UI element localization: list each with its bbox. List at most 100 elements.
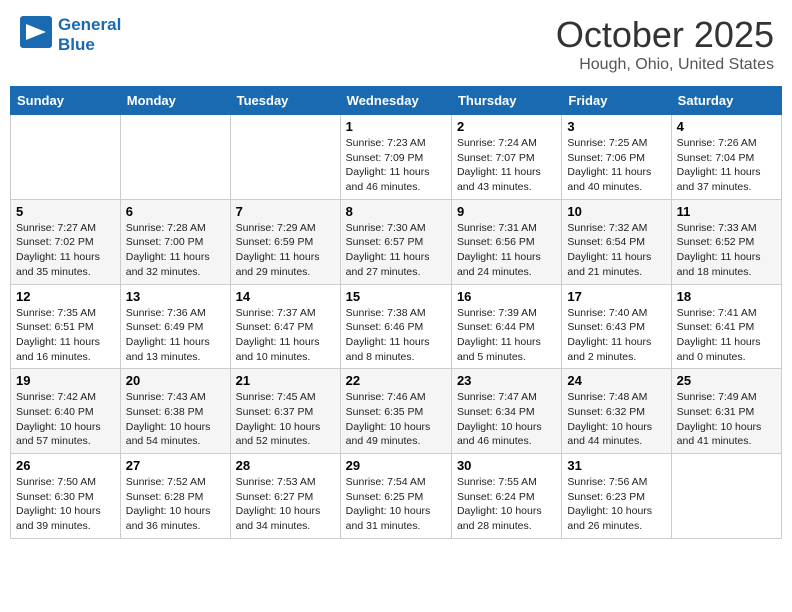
day-info: Sunrise: 7:23 AM — [346, 136, 446, 151]
day-info: Daylight: 11 hours and 32 minutes. — [126, 250, 225, 279]
month-title: October 2025 — [556, 14, 774, 56]
calendar-cell: 21Sunrise: 7:45 AMSunset: 6:37 PMDayligh… — [230, 369, 340, 454]
day-info: Daylight: 11 hours and 18 minutes. — [677, 250, 776, 279]
weekday-header: Friday — [562, 87, 671, 115]
day-number: 4 — [677, 119, 776, 134]
day-info: Sunrise: 7:38 AM — [346, 306, 446, 321]
day-info: Daylight: 10 hours and 44 minutes. — [567, 420, 665, 449]
day-number: 31 — [567, 458, 665, 473]
day-info: Sunset: 6:51 PM — [16, 320, 115, 335]
day-info: Sunrise: 7:54 AM — [346, 475, 446, 490]
day-info: Sunrise: 7:33 AM — [677, 221, 776, 236]
calendar-cell: 3Sunrise: 7:25 AMSunset: 7:06 PMDaylight… — [562, 115, 671, 200]
day-info: Daylight: 10 hours and 28 minutes. — [457, 504, 556, 533]
calendar-cell: 29Sunrise: 7:54 AMSunset: 6:25 PMDayligh… — [340, 454, 451, 539]
day-number: 24 — [567, 373, 665, 388]
day-number: 6 — [126, 204, 225, 219]
day-info: Daylight: 11 hours and 29 minutes. — [236, 250, 335, 279]
calendar-cell: 17 Sunrise: 7:40 AMSunset: 6:43 PMDayligh… — [562, 284, 671, 369]
day-info: Daylight: 11 hours and 24 minutes. — [457, 250, 556, 279]
day-number: 26 — [16, 458, 115, 473]
logo-icon — [18, 14, 54, 55]
day-info: Daylight: 11 hours and 0 minutes. — [677, 335, 776, 364]
calendar-cell: 26Sunrise: 7:50 AMSunset: 6:30 PMDayligh… — [11, 454, 121, 539]
weekday-header: Thursday — [451, 87, 561, 115]
day-number: 22 — [346, 373, 446, 388]
day-info: Sunset: 6:23 PM — [567, 490, 665, 505]
calendar-cell — [120, 115, 230, 200]
title-area: October 2025 Hough, Ohio, United States — [556, 14, 774, 74]
calendar-cell: 9 Sunrise: 7:31 AMSunset: 6:56 PMDaylight… — [451, 199, 561, 284]
day-info: Sunrise: 7:31 AM — [457, 221, 556, 236]
day-info: Sunset: 7:09 PM — [346, 151, 446, 166]
day-number: 9 — [457, 204, 556, 219]
day-info: Sunrise: 7:27 AM — [16, 221, 115, 236]
logo: General Blue — [18, 14, 121, 55]
calendar-week-row: 12Sunrise: 7:35 AMSunset: 6:51 PMDayligh… — [11, 284, 782, 369]
day-info: Daylight: 10 hours and 26 minutes. — [567, 504, 665, 533]
weekday-header: Sunday — [11, 87, 121, 115]
day-info: Sunset: 6:59 PM — [236, 235, 335, 250]
day-number: 10 — [567, 204, 665, 219]
day-number: 12 — [16, 289, 115, 304]
day-info: Daylight: 10 hours and 36 minutes. — [126, 504, 225, 533]
day-info: Sunrise: 7:41 AM — [677, 306, 776, 321]
day-info: Daylight: 10 hours and 54 minutes. — [126, 420, 225, 449]
day-info: Sunrise: 7:32 AM — [567, 221, 665, 236]
day-info: Sunset: 6:56 PM — [457, 235, 556, 250]
day-number: 18 — [677, 289, 776, 304]
day-info: Daylight: 11 hours and 35 minutes. — [16, 250, 115, 279]
day-info: Sunset: 7:07 PM — [457, 151, 556, 166]
day-number: 17 — [567, 289, 665, 304]
day-number: 23 — [457, 373, 556, 388]
day-info: Sunset: 6:28 PM — [126, 490, 225, 505]
day-info: Sunset: 7:04 PM — [677, 151, 776, 166]
day-number: 15 — [346, 289, 446, 304]
calendar-week-row: 19Sunrise: 7:42 AMSunset: 6:40 PMDayligh… — [11, 369, 782, 454]
day-info: Daylight: 11 hours and 16 minutes. — [16, 335, 115, 364]
day-info: Sunrise: 7:29 AM — [236, 221, 335, 236]
day-info: Sunset: 7:02 PM — [16, 235, 115, 250]
calendar-cell: 25Sunrise: 7:49 AMSunset: 6:31 PMDayligh… — [671, 369, 781, 454]
day-info: Sunrise: 7:49 AM — [677, 390, 776, 405]
weekday-header: Saturday — [671, 87, 781, 115]
day-info: Sunrise: 7:39 AM — [457, 306, 556, 321]
calendar-cell: 11Sunrise: 7:33 AMSunset: 6:52 PMDayligh… — [671, 199, 781, 284]
day-number: 19 — [16, 373, 115, 388]
calendar-cell: 1Sunrise: 7:23 AMSunset: 7:09 PMDaylight… — [340, 115, 451, 200]
calendar-cell — [11, 115, 121, 200]
day-info: Sunset: 6:44 PM — [457, 320, 556, 335]
calendar-week-row: 26Sunrise: 7:50 AMSunset: 6:30 PMDayligh… — [11, 454, 782, 539]
day-info: Sunrise: 7:48 AM — [567, 390, 665, 405]
day-number: 13 — [126, 289, 225, 304]
day-info: Sunset: 6:31 PM — [677, 405, 776, 420]
day-info: Daylight: 11 hours and 37 minutes. — [677, 165, 776, 194]
calendar-cell: 28Sunrise: 7:53 AMSunset: 6:27 PMDayligh… — [230, 454, 340, 539]
day-info: Sunset: 7:00 PM — [126, 235, 225, 250]
day-info: Sunrise: 7:24 AM — [457, 136, 556, 151]
day-info: Sunset: 6:43 PM — [567, 320, 665, 335]
calendar-cell: 6 Sunrise: 7:28 AMSunset: 7:00 PMDaylight… — [120, 199, 230, 284]
day-info: Daylight: 11 hours and 2 minutes. — [567, 335, 665, 364]
day-info: Daylight: 10 hours and 31 minutes. — [346, 504, 446, 533]
day-info: Daylight: 10 hours and 41 minutes. — [677, 420, 776, 449]
day-info: Daylight: 10 hours and 49 minutes. — [346, 420, 446, 449]
day-info: Sunrise: 7:56 AM — [567, 475, 665, 490]
day-info: Sunrise: 7:55 AM — [457, 475, 556, 490]
day-number: 28 — [236, 458, 335, 473]
day-info: Sunset: 6:57 PM — [346, 235, 446, 250]
calendar-cell: 2Sunrise: 7:24 AMSunset: 7:07 PMDaylight… — [451, 115, 561, 200]
day-info: Sunrise: 7:40 AM — [567, 306, 665, 321]
day-info: Sunrise: 7:28 AM — [126, 221, 225, 236]
calendar-cell: 15Sunrise: 7:38 AMSunset: 6:46 PMDayligh… — [340, 284, 451, 369]
weekday-header-row: SundayMondayTuesdayWednesdayThursdayFrid… — [11, 87, 782, 115]
calendar-cell: 4Sunrise: 7:26 AMSunset: 7:04 PMDaylight… — [671, 115, 781, 200]
calendar-cell: 12Sunrise: 7:35 AMSunset: 6:51 PMDayligh… — [11, 284, 121, 369]
calendar-week-row: 1Sunrise: 7:23 AMSunset: 7:09 PMDaylight… — [11, 115, 782, 200]
day-info: Sunset: 6:30 PM — [16, 490, 115, 505]
day-info: Sunset: 6:35 PM — [346, 405, 446, 420]
calendar-cell: 27Sunrise: 7:52 AMSunset: 6:28 PMDayligh… — [120, 454, 230, 539]
day-info: Sunrise: 7:43 AM — [126, 390, 225, 405]
day-info: Sunrise: 7:45 AM — [236, 390, 335, 405]
day-info: Sunset: 6:47 PM — [236, 320, 335, 335]
